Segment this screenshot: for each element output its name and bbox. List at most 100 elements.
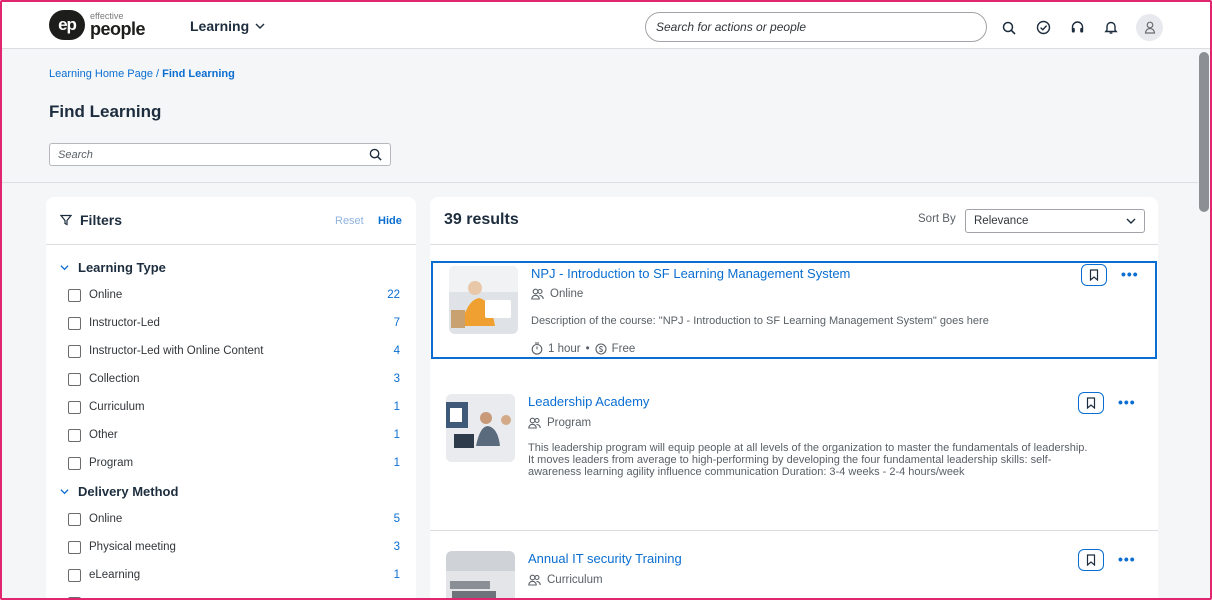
bookmark-button[interactable] — [1081, 264, 1107, 286]
results-count: 39 results — [444, 211, 519, 228]
breadcrumb: Learning Home Page / Find Learning — [49, 68, 235, 80]
company-logo[interactable]: ep effective people — [49, 10, 146, 40]
course-type: Online — [550, 288, 584, 300]
filters-header: Filters Reset Hide — [46, 197, 416, 245]
logo-badge: ep — [49, 10, 85, 40]
breadcrumb-separator: / — [152, 68, 163, 80]
more-icon[interactable]: ••• — [1118, 394, 1136, 410]
filter-option-label: Instructor-Led with Online Content — [89, 345, 264, 357]
filter-option-label: Curriculum — [89, 401, 145, 413]
course-title-link[interactable]: Leadership Academy — [528, 394, 649, 409]
course-duration: 1 hour — [548, 342, 581, 355]
page-title: Find Learning — [49, 102, 162, 121]
course-type: Curriculum — [547, 574, 603, 586]
filter-group-title: Delivery Method — [78, 484, 179, 499]
filter-option[interactable]: Collection 3 — [68, 369, 400, 389]
checkbox[interactable] — [68, 288, 81, 302]
breadcrumb-current[interactable]: Find Learning — [162, 68, 235, 80]
user-avatar[interactable] — [1136, 14, 1163, 41]
course-description: Description of the course: "NPJ - Introd… — [531, 315, 989, 327]
filter-option[interactable]: Online 22 — [68, 285, 400, 305]
filter-option-count: 1 — [393, 429, 400, 441]
people-icon — [528, 574, 541, 586]
filter-option[interactable]: Instructor-Led with Online Content 4 — [68, 341, 400, 361]
breadcrumb-root-link[interactable]: Learning Home Page — [49, 68, 153, 80]
shell-search-placeholder: Search for actions or people — [656, 20, 807, 34]
filter-option-label: Online — [89, 289, 123, 301]
scrollbar-thumb[interactable] — [1199, 52, 1209, 212]
bookmark-icon — [1086, 397, 1096, 409]
checkbox[interactable] — [68, 344, 81, 358]
chevron-down-icon — [1126, 218, 1136, 224]
filter-option[interactable]: Program 1 — [68, 453, 400, 473]
header-divider — [2, 182, 1198, 183]
chevron-down-icon — [60, 489, 69, 495]
find-learning-search-input[interactable]: Search — [49, 143, 391, 166]
filter-option-count: 3 — [393, 541, 400, 553]
people-icon — [531, 288, 544, 300]
search-icon[interactable] — [994, 16, 1024, 40]
bell-icon[interactable] — [1096, 16, 1126, 40]
filter-option-label: Program — [89, 457, 134, 469]
sort-by-value: Relevance — [974, 215, 1029, 227]
checkbox[interactable] — [68, 596, 81, 598]
check-circle-icon[interactable] — [1028, 16, 1058, 40]
course-title-link[interactable]: NPJ - Introduction to SF Learning Manage… — [531, 266, 850, 281]
filter-option-count: 1 — [393, 569, 400, 581]
course-price: Free — [611, 342, 636, 355]
learning-menu-button[interactable]: Learning — [190, 18, 265, 34]
filter-option-count: 22 — [387, 289, 400, 301]
chevron-down-icon — [60, 265, 69, 271]
bookmark-button[interactable] — [1078, 549, 1104, 571]
course-type: Program — [547, 417, 592, 429]
filter-option-count: 3 — [393, 373, 400, 385]
filter-group-learning-type[interactable]: Learning Type — [60, 260, 166, 275]
meta-separator: • — [585, 342, 590, 355]
checkbox[interactable] — [68, 540, 81, 554]
sort-by-select[interactable]: Relevance — [965, 209, 1145, 233]
checkbox[interactable] — [68, 400, 81, 414]
checkbox[interactable] — [68, 512, 81, 526]
filter-group-delivery-method[interactable]: Delivery Method — [60, 484, 178, 499]
filter-option[interactable]: Physical meeting 3 — [68, 537, 400, 557]
bookmark-button[interactable] — [1078, 392, 1104, 414]
course-thumbnail — [446, 394, 515, 462]
search-icon[interactable] — [369, 148, 382, 161]
filter-option[interactable]: Curriculum 1 — [68, 397, 400, 417]
page-scrollbar[interactable] — [1198, 50, 1210, 598]
learning-menu-label: Learning — [190, 18, 250, 34]
checkbox[interactable] — [68, 428, 81, 442]
headset-icon[interactable] — [1062, 16, 1092, 40]
filter-option[interactable]: Other 1 — [68, 425, 400, 445]
shell-actions — [994, 14, 1163, 41]
filter-option-partial[interactable] — [68, 593, 400, 598]
checkbox[interactable] — [68, 316, 81, 330]
search-placeholder: Search — [58, 148, 93, 161]
filter-option[interactable]: Instructor-Led 7 — [68, 313, 400, 333]
reset-filters-button[interactable]: Reset — [335, 215, 364, 227]
filter-option-count: 1 — [393, 401, 400, 413]
filter-option-count: 5 — [393, 513, 400, 525]
filter-option-label: Other — [89, 429, 118, 441]
course-description: This leadership program will equip peopl… — [528, 442, 1088, 478]
filter-option[interactable]: Online 5 — [68, 509, 400, 529]
filters-title: Filters — [80, 212, 123, 228]
course-title-link[interactable]: Annual IT security Training — [528, 551, 682, 566]
result-card[interactable]: Annual IT security Training Curriculum •… — [430, 531, 1158, 598]
more-icon[interactable]: ••• — [1121, 266, 1139, 282]
hide-filters-button[interactable]: Hide — [378, 215, 402, 227]
checkbox[interactable] — [68, 456, 81, 470]
shell-bar: ep effective people Learning Search for … — [2, 2, 1210, 49]
filter-option[interactable]: eLearning 1 — [68, 565, 400, 585]
checkbox[interactable] — [68, 568, 81, 582]
checkbox[interactable] — [68, 372, 81, 386]
result-card[interactable]: NPJ - Introduction to SF Learning Manage… — [431, 261, 1157, 359]
course-thumbnail — [446, 551, 515, 598]
shell-search-input[interactable]: Search for actions or people — [645, 12, 987, 42]
results-header: 39 results Sort By Relevance — [430, 197, 1158, 245]
filters-panel: Filters Reset Hide Learning Type Online 2… — [46, 197, 416, 598]
filter-option-label: Collection — [89, 373, 140, 385]
bookmark-icon — [1086, 554, 1096, 566]
more-icon[interactable]: ••• — [1118, 551, 1136, 567]
result-card[interactable]: Leadership Academy Program This leadersh… — [430, 374, 1158, 531]
